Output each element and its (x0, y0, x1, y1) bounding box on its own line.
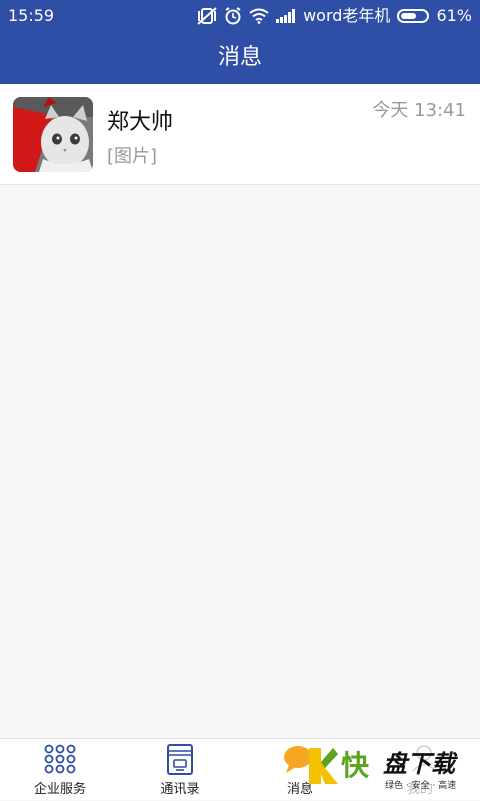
message-time: 今天 13:41 (372, 100, 466, 121)
battery-icon (397, 9, 430, 23)
message-sender-name: 郑大帅 (107, 110, 174, 135)
battery-percent: 61% (436, 6, 472, 25)
page-title: 消息 (217, 45, 262, 70)
contacts-book-icon (166, 744, 194, 780)
header-bar: 消息 (0, 32, 480, 84)
carrier-name: word老年机 (303, 6, 391, 25)
nav-item-enterprise-services[interactable]: 企业服务 (0, 739, 120, 801)
avatar[interactable] (13, 97, 93, 172)
battery-fill (401, 13, 417, 19)
message-item[interactable]: 郑大帅 [图片] 今天 13:41 (0, 84, 480, 185)
message-preview: [图片] (107, 146, 158, 167)
status-time: 15:59 (8, 6, 55, 25)
nav-label: 企业服务 (33, 782, 86, 797)
mute-vibrate-icon (197, 7, 217, 25)
watermark: 快 盘下载 绿色 · 安全 · 高速 (305, 742, 480, 800)
watermark-brand: 快 (341, 749, 371, 782)
status-bar: 15:59 word老年机 61% (0, 0, 480, 32)
wifi-icon (249, 8, 269, 24)
alarm-icon (224, 7, 242, 25)
nav-item-contacts[interactable]: 通讯录 (120, 739, 240, 801)
status-icons: word老年机 61% (197, 0, 472, 32)
watermark-name: 盘下载 (383, 750, 455, 778)
signal-icon (276, 9, 296, 23)
watermark-slogan: 绿色 · 安全 · 高速 (385, 781, 457, 791)
watermark-logo-icon (305, 746, 339, 790)
message-list: 郑大帅 [图片] 今天 13:41 (0, 84, 480, 185)
grid-icon (44, 744, 76, 778)
nav-label: 通讯录 (160, 782, 200, 797)
